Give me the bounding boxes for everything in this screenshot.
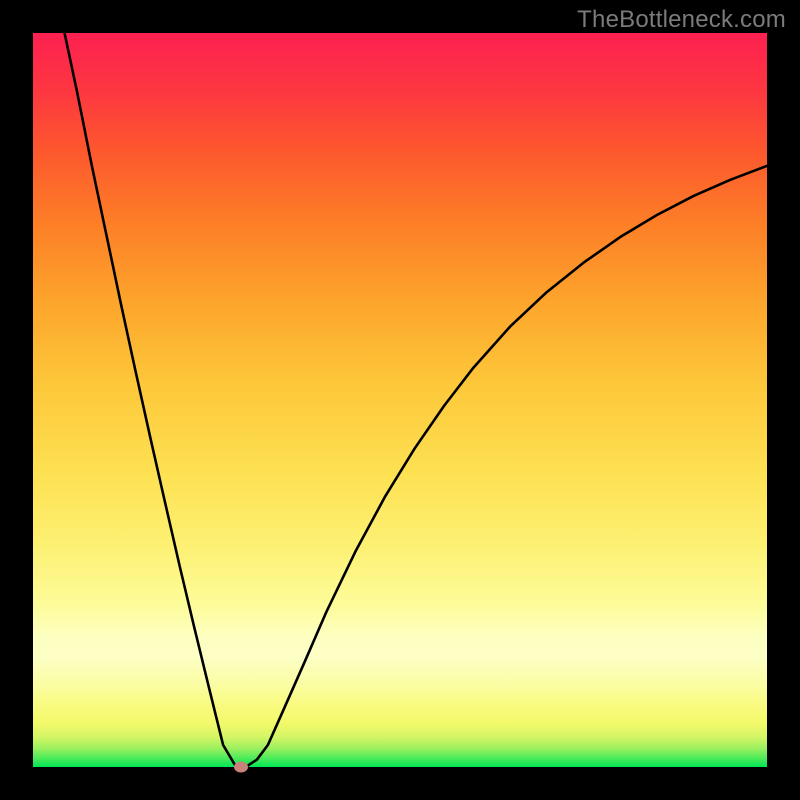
minimum-marker — [234, 762, 248, 773]
watermark-text: TheBottleneck.com — [577, 6, 786, 34]
bottleneck-curve — [65, 33, 767, 767]
chart-container: TheBottleneck.com — [0, 0, 800, 800]
curve-svg — [33, 33, 767, 767]
plot-area — [33, 33, 767, 767]
